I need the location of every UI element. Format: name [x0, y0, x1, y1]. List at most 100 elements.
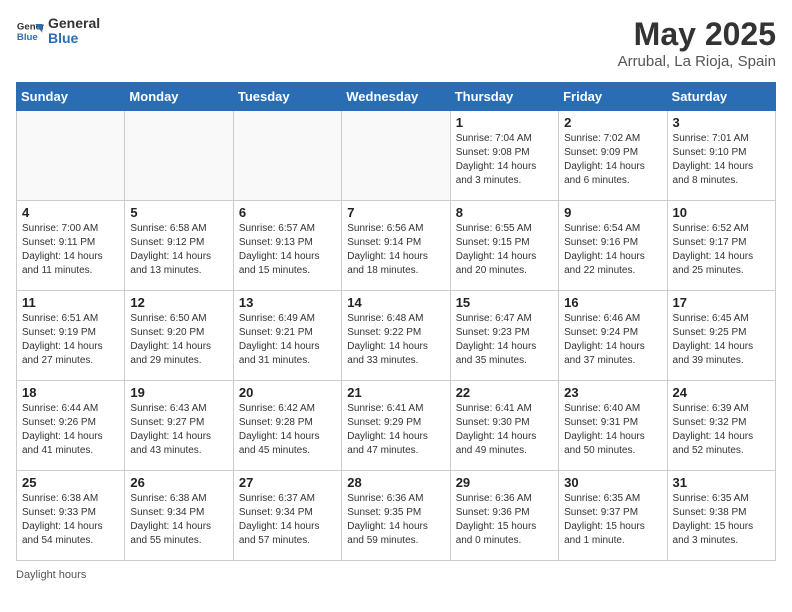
day-number: 3: [673, 115, 770, 130]
day-info: Sunrise: 6:50 AM Sunset: 9:20 PM Dayligh…: [130, 312, 227, 368]
calendar-cell: 3 Sunrise: 7:01 AM Sunset: 9:10 PM Daylig…: [667, 111, 775, 201]
calendar-cell: 7 Sunrise: 6:56 AM Sunset: 9:14 PM Daylig…: [342, 201, 450, 291]
calendar-cell: 23 Sunrise: 6:40 AM Sunset: 9:31 PM Dayli…: [559, 381, 667, 471]
day-header: Sunday: [17, 83, 125, 111]
day-info: Sunrise: 6:57 AM Sunset: 9:13 PM Dayligh…: [239, 222, 336, 278]
logo-icon: General Blue: [16, 17, 44, 45]
logo-blue: Blue: [48, 31, 100, 46]
day-info: Sunrise: 6:39 AM Sunset: 9:32 PM Dayligh…: [673, 402, 770, 458]
day-header: Friday: [559, 83, 667, 111]
day-number: 6: [239, 205, 336, 220]
day-info: Sunrise: 6:52 AM Sunset: 9:17 PM Dayligh…: [673, 222, 770, 278]
day-number: 27: [239, 475, 336, 490]
day-header: Monday: [125, 83, 233, 111]
day-number: 31: [673, 475, 770, 490]
calendar-cell: 5 Sunrise: 6:58 AM Sunset: 9:12 PM Daylig…: [125, 201, 233, 291]
calendar-cell: 20 Sunrise: 6:42 AM Sunset: 9:28 PM Dayli…: [233, 381, 341, 471]
calendar-cell: [233, 111, 341, 201]
calendar-cell: 22 Sunrise: 6:41 AM Sunset: 9:30 PM Dayli…: [450, 381, 558, 471]
calendar-cell: 2 Sunrise: 7:02 AM Sunset: 9:09 PM Daylig…: [559, 111, 667, 201]
day-number: 5: [130, 205, 227, 220]
calendar-week-row: 18Sunrise: 6:44 AM Sunset: 9:26 PM Dayli…: [17, 381, 776, 471]
day-number: 7: [347, 205, 444, 220]
day-info: Sunrise: 7:02 AM Sunset: 9:09 PM Dayligh…: [564, 132, 661, 188]
calendar-cell: 17 Sunrise: 6:45 AM Sunset: 9:25 PM Dayli…: [667, 291, 775, 381]
day-info: Sunrise: 6:41 AM Sunset: 9:29 PM Dayligh…: [347, 402, 444, 458]
calendar-week-row: 1 Sunrise: 7:04 AM Sunset: 9:08 PM Daylig…: [17, 111, 776, 201]
day-number: 14: [347, 295, 444, 310]
day-number: 30: [564, 475, 661, 490]
footer: Daylight hours: [16, 569, 776, 581]
calendar-cell: 10Sunrise: 6:52 AM Sunset: 9:17 PM Dayli…: [667, 201, 775, 291]
day-number: 21: [347, 385, 444, 400]
day-number: 2: [564, 115, 661, 130]
title-block: May 2025 Arrubal, La Rioja, Spain: [618, 16, 776, 70]
page-header: General Blue General Blue May 2025 Arrub…: [16, 16, 776, 70]
day-number: 8: [456, 205, 553, 220]
day-info: Sunrise: 6:54 AM Sunset: 9:16 PM Dayligh…: [564, 222, 661, 278]
day-info: Sunrise: 7:01 AM Sunset: 9:10 PM Dayligh…: [673, 132, 770, 188]
calendar-week-row: 25Sunrise: 6:38 AM Sunset: 9:33 PM Dayli…: [17, 471, 776, 561]
day-info: Sunrise: 6:38 AM Sunset: 9:34 PM Dayligh…: [130, 492, 227, 548]
day-info: Sunrise: 6:55 AM Sunset: 9:15 PM Dayligh…: [456, 222, 553, 278]
calendar-cell: 11Sunrise: 6:51 AM Sunset: 9:19 PM Dayli…: [17, 291, 125, 381]
day-info: Sunrise: 6:35 AM Sunset: 9:38 PM Dayligh…: [673, 492, 770, 548]
calendar-cell: 29 Sunrise: 6:36 AM Sunset: 9:36 PM Dayli…: [450, 471, 558, 561]
calendar-cell: 14Sunrise: 6:48 AM Sunset: 9:22 PM Dayli…: [342, 291, 450, 381]
day-number: 16: [564, 295, 661, 310]
calendar-week-row: 4 Sunrise: 7:00 AM Sunset: 9:11 PM Daylig…: [17, 201, 776, 291]
calendar-cell: 25Sunrise: 6:38 AM Sunset: 9:33 PM Dayli…: [17, 471, 125, 561]
calendar-cell: 6 Sunrise: 6:57 AM Sunset: 9:13 PM Daylig…: [233, 201, 341, 291]
day-number: 17: [673, 295, 770, 310]
calendar-cell: [125, 111, 233, 201]
day-header: Saturday: [667, 83, 775, 111]
day-info: Sunrise: 6:40 AM Sunset: 9:31 PM Dayligh…: [564, 402, 661, 458]
day-info: Sunrise: 6:42 AM Sunset: 9:28 PM Dayligh…: [239, 402, 336, 458]
svg-text:Blue: Blue: [17, 32, 38, 43]
calendar-cell: 28 Sunrise: 6:36 AM Sunset: 9:35 PM Dayli…: [342, 471, 450, 561]
calendar-cell: 15 Sunrise: 6:47 AM Sunset: 9:23 PM Dayli…: [450, 291, 558, 381]
day-info: Sunrise: 6:41 AM Sunset: 9:30 PM Dayligh…: [456, 402, 553, 458]
day-number: 4: [22, 205, 119, 220]
calendar-cell: 16 Sunrise: 6:46 AM Sunset: 9:24 PM Dayli…: [559, 291, 667, 381]
day-info: Sunrise: 6:44 AM Sunset: 9:26 PM Dayligh…: [22, 402, 119, 458]
day-number: 24: [673, 385, 770, 400]
calendar-cell: 31 Sunrise: 6:35 AM Sunset: 9:38 PM Dayli…: [667, 471, 775, 561]
calendar-cell: [17, 111, 125, 201]
calendar-cell: 4 Sunrise: 7:00 AM Sunset: 9:11 PM Daylig…: [17, 201, 125, 291]
day-info: Sunrise: 6:36 AM Sunset: 9:35 PM Dayligh…: [347, 492, 444, 548]
day-number: 11: [22, 295, 119, 310]
day-number: 28: [347, 475, 444, 490]
day-info: Sunrise: 6:43 AM Sunset: 9:27 PM Dayligh…: [130, 402, 227, 458]
calendar-cell: 18Sunrise: 6:44 AM Sunset: 9:26 PM Dayli…: [17, 381, 125, 471]
calendar-cell: 8 Sunrise: 6:55 AM Sunset: 9:15 PM Daylig…: [450, 201, 558, 291]
calendar-cell: 26Sunrise: 6:38 AM Sunset: 9:34 PM Dayli…: [125, 471, 233, 561]
calendar-cell: 13Sunrise: 6:49 AM Sunset: 9:21 PM Dayli…: [233, 291, 341, 381]
logo-general: General: [48, 16, 100, 31]
day-info: Sunrise: 6:45 AM Sunset: 9:25 PM Dayligh…: [673, 312, 770, 368]
day-number: 29: [456, 475, 553, 490]
day-info: Sunrise: 6:37 AM Sunset: 9:34 PM Dayligh…: [239, 492, 336, 548]
day-header: Tuesday: [233, 83, 341, 111]
day-info: Sunrise: 6:35 AM Sunset: 9:37 PM Dayligh…: [564, 492, 661, 548]
day-number: 12: [130, 295, 227, 310]
day-info: Sunrise: 6:46 AM Sunset: 9:24 PM Dayligh…: [564, 312, 661, 368]
calendar-table: SundayMondayTuesdayWednesdayThursdayFrid…: [16, 82, 776, 561]
day-info: Sunrise: 6:58 AM Sunset: 9:12 PM Dayligh…: [130, 222, 227, 278]
day-number: 23: [564, 385, 661, 400]
day-number: 20: [239, 385, 336, 400]
day-number: 1: [456, 115, 553, 130]
calendar-cell: 9Sunrise: 6:54 AM Sunset: 9:16 PM Daylig…: [559, 201, 667, 291]
day-info: Sunrise: 6:47 AM Sunset: 9:23 PM Dayligh…: [456, 312, 553, 368]
day-info: Sunrise: 6:56 AM Sunset: 9:14 PM Dayligh…: [347, 222, 444, 278]
day-header: Wednesday: [342, 83, 450, 111]
day-info: Sunrise: 6:36 AM Sunset: 9:36 PM Dayligh…: [456, 492, 553, 548]
calendar-cell: 21 Sunrise: 6:41 AM Sunset: 9:29 PM Dayli…: [342, 381, 450, 471]
day-number: 22: [456, 385, 553, 400]
day-info: Sunrise: 7:00 AM Sunset: 9:11 PM Dayligh…: [22, 222, 119, 278]
day-info: Sunrise: 7:04 AM Sunset: 9:08 PM Dayligh…: [456, 132, 553, 188]
day-header: Thursday: [450, 83, 558, 111]
month-year: May 2025: [618, 16, 776, 53]
day-number: 15: [456, 295, 553, 310]
calendar-cell: 24 Sunrise: 6:39 AM Sunset: 9:32 PM Dayli…: [667, 381, 775, 471]
